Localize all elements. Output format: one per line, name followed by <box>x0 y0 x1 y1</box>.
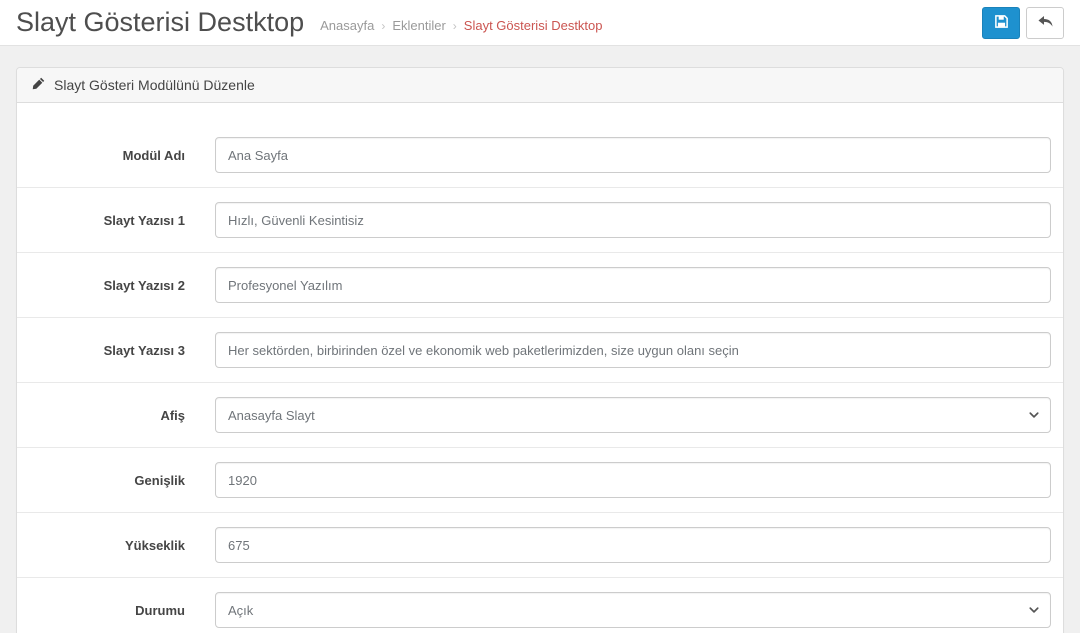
form-row-genislik: Genişlik <box>17 447 1063 512</box>
genislik-label: Genişlik <box>134 472 185 488</box>
back-button[interactable] <box>1026 6 1064 39</box>
afis-field: Anasayfa Slayt <box>215 397 1051 433</box>
slayt-yazisi-3-field <box>215 332 1051 368</box>
page-content: Slayt Gösteri Modülünü Düzenle Modül Adı… <box>0 46 1080 633</box>
slayt-yazisi-1-input[interactable] <box>215 202 1051 238</box>
panel-title: Slayt Gösteri Modülünü Düzenle <box>54 77 255 93</box>
form-row-slayt-yazisi-1: Slayt Yazısı 1 <box>17 187 1063 252</box>
yukseklik-input[interactable] <box>215 527 1051 563</box>
topbar-actions <box>982 6 1064 39</box>
afis-label: Afiş <box>160 407 185 423</box>
slayt-yazisi-3-label: Slayt Yazısı 3 <box>103 342 185 358</box>
form-row-slayt-yazisi-3: Slayt Yazısı 3 <box>17 317 1063 382</box>
modul-adi-field <box>215 137 1051 173</box>
durumu-field: Açık <box>215 592 1051 628</box>
edit-module-panel: Slayt Gösteri Modülünü Düzenle Modül Adı… <box>16 67 1064 633</box>
slayt-yazisi-2-label: Slayt Yazısı 2 <box>103 277 185 293</box>
breadcrumb-item-current: Slayt Gösterisi Destktop <box>463 18 603 33</box>
form-row-yukseklik: Yükseklik <box>17 512 1063 577</box>
reply-arrow-icon <box>1037 13 1054 33</box>
form-row-modul-adi: Modül Adı <box>17 123 1063 187</box>
modul-adi-label: Modül Adı <box>122 147 185 163</box>
breadcrumb-separator: › <box>452 18 457 33</box>
slayt-yazisi-1-label: Slayt Yazısı 1 <box>103 212 185 228</box>
afis-select[interactable]: Anasayfa Slayt <box>215 397 1051 433</box>
genislik-field <box>215 462 1051 498</box>
breadcrumb-separator: › <box>381 18 386 33</box>
save-button[interactable] <box>982 6 1020 39</box>
floppy-disk-icon <box>994 14 1009 32</box>
form-row-slayt-yazisi-2: Slayt Yazısı 2 <box>17 252 1063 317</box>
form-row-afis: Afiş Anasayfa Slayt <box>17 382 1063 447</box>
yukseklik-field <box>215 527 1051 563</box>
edit-module-form: Modül Adı Slayt Yazısı 1 Slayt Yazısı 2 … <box>17 103 1063 633</box>
page-header: Slayt Gösterisi Destktop Anasayfa › Ekle… <box>0 0 1080 46</box>
breadcrumb-item-eklentiler[interactable]: Eklentiler <box>392 18 445 33</box>
genislik-input[interactable] <box>215 462 1051 498</box>
durumu-select[interactable]: Açık <box>215 592 1051 628</box>
slayt-yazisi-1-field <box>215 202 1051 238</box>
panel-heading: Slayt Gösteri Modülünü Düzenle <box>17 68 1063 103</box>
durumu-label: Durumu <box>135 602 185 618</box>
page-title: Slayt Gösterisi Destktop <box>16 7 305 37</box>
slayt-yazisi-2-input[interactable] <box>215 267 1051 303</box>
breadcrumb-item-anasayfa[interactable]: Anasayfa <box>320 18 374 33</box>
yukseklik-label: Yükseklik <box>125 537 185 553</box>
modul-adi-input[interactable] <box>215 137 1051 173</box>
slayt-yazisi-3-input[interactable] <box>215 332 1051 368</box>
breadcrumb: Anasayfa › Eklentiler › Slayt Gösterisi … <box>320 18 602 33</box>
pencil-icon <box>32 77 45 93</box>
slayt-yazisi-2-field <box>215 267 1051 303</box>
form-row-durumu: Durumu Açık <box>17 577 1063 633</box>
